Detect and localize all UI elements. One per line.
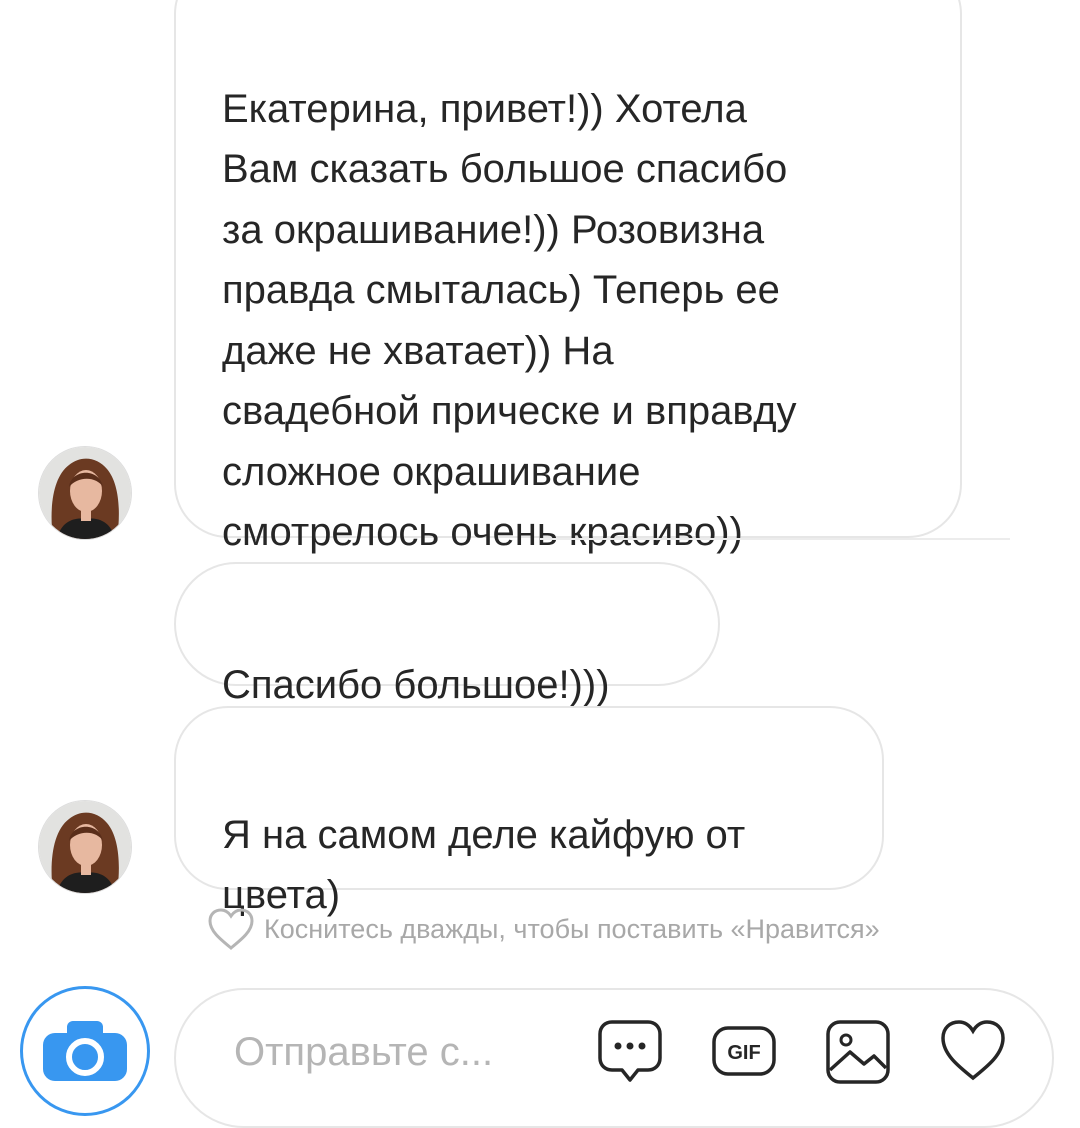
avatar-photo xyxy=(39,801,131,893)
heart-icon[interactable] xyxy=(938,1018,1008,1084)
message-text: Спасибо большое!))) xyxy=(222,662,610,707)
message-bubble[interactable]: Спасибо большое!))) xyxy=(174,562,720,707)
gif-icon[interactable]: GIF xyxy=(710,1018,778,1086)
message-text: Екатерина, привет!)) Хотела Вам сказать … xyxy=(222,86,797,555)
sticker-icon[interactable] xyxy=(596,1018,664,1086)
camera-icon xyxy=(43,1021,127,1081)
avatar[interactable] xyxy=(38,446,132,540)
svg-text:GIF: GIF xyxy=(727,1042,760,1064)
heart-outline-icon xyxy=(208,908,254,950)
message-input[interactable] xyxy=(234,1030,554,1075)
double-tap-like-hint: Коснитесь дважды, чтобы поставить «Нрави… xyxy=(206,906,880,952)
camera-button[interactable] xyxy=(20,986,150,1116)
avatar[interactable] xyxy=(38,800,132,894)
photo-icon[interactable] xyxy=(824,1018,892,1086)
message-text: Я на самом деле кайфую от цвета) xyxy=(222,812,746,918)
avatar-photo xyxy=(39,447,131,539)
message-bubble[interactable]: Я на самом деле кайфую от цвета) xyxy=(174,706,884,917)
like-hint-text: Коснитесь дважды, чтобы поставить «Нрави… xyxy=(264,913,880,944)
message-bubble[interactable]: Екатерина, привет!)) Хотела Вам сказать … xyxy=(174,0,962,554)
divider xyxy=(540,538,1010,540)
message-composer: GIF xyxy=(174,988,1054,1128)
